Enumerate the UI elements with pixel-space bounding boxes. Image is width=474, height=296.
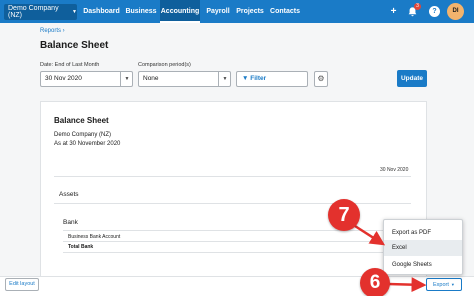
menu-item-export-pdf[interactable]: Export as PDF	[384, 225, 462, 241]
report-section-assets: Assets	[59, 191, 79, 198]
report-row-account[interactable]: Business Bank Account	[68, 234, 120, 240]
report-org: Demo Company (NZ)	[54, 132, 112, 138]
update-button[interactable]: Update	[397, 70, 427, 87]
menu-item-excel[interactable]: Excel	[384, 240, 462, 256]
nav-business[interactable]: Business	[124, 0, 158, 23]
report-subsection-bank: Bank	[63, 219, 78, 226]
report-column-header: 30 Nov 2020	[380, 167, 409, 173]
callout-step-6: 6	[360, 268, 390, 296]
nav-accounting[interactable]: Accounting	[160, 0, 200, 23]
chevron-down-icon[interactable]: ▼	[120, 71, 133, 87]
nav-payroll[interactable]: Payroll	[204, 0, 232, 23]
filter-icon: ▼	[242, 75, 249, 82]
report-as-at: As at 30 November 2020	[54, 141, 121, 147]
export-menu: Export as PDF Excel Google Sheets	[383, 219, 463, 275]
edit-layout-button[interactable]: Edit layout	[5, 278, 39, 291]
report-row-total: Total Bank	[68, 244, 94, 250]
chevron-down-icon: ▼	[72, 9, 77, 15]
divider	[63, 252, 403, 253]
divider	[63, 230, 403, 231]
export-label: Export	[433, 282, 449, 288]
bottom-bar	[0, 276, 474, 296]
gear-icon: ⚙	[317, 74, 325, 83]
avatar[interactable]: DI	[447, 3, 464, 20]
filter-label: Filter	[250, 75, 267, 82]
plus-icon[interactable]: +	[388, 6, 399, 17]
divider	[63, 241, 403, 242]
report-card: Balance Sheet Demo Company (NZ) As at 30…	[40, 101, 427, 296]
comparison-label: Comparison period(s)	[138, 62, 191, 68]
help-icon[interactable]: ?	[429, 6, 440, 17]
org-switcher-button[interactable]: Demo Company (NZ) ▼	[4, 4, 77, 20]
settings-button[interactable]: ⚙	[314, 71, 328, 87]
chevron-down-icon: ▼	[450, 282, 455, 287]
date-label: Date: End of Last Month	[40, 62, 100, 68]
filter-button[interactable]: ▼ Filter	[236, 71, 308, 87]
notification-badge: 3	[414, 3, 421, 10]
nav-contacts[interactable]: Contacts	[269, 0, 301, 23]
menu-item-google-sheets[interactable]: Google Sheets	[384, 257, 462, 273]
report-title: Balance Sheet	[54, 116, 109, 125]
divider	[54, 176, 411, 177]
divider	[54, 203, 411, 204]
callout-step-7: 7	[328, 199, 360, 231]
export-button[interactable]: Export ▼	[426, 278, 462, 291]
breadcrumb[interactable]: Reports ›	[40, 28, 65, 34]
page-title: Balance Sheet	[40, 40, 109, 51]
org-name: Demo Company (NZ)	[8, 5, 59, 19]
chevron-down-icon[interactable]: ▼	[218, 71, 231, 87]
top-nav-bar: Demo Company (NZ) ▼ Dashboard Business A…	[0, 0, 474, 23]
nav-dashboard[interactable]: Dashboard	[83, 0, 120, 23]
nav-projects[interactable]: Projects	[235, 0, 265, 23]
